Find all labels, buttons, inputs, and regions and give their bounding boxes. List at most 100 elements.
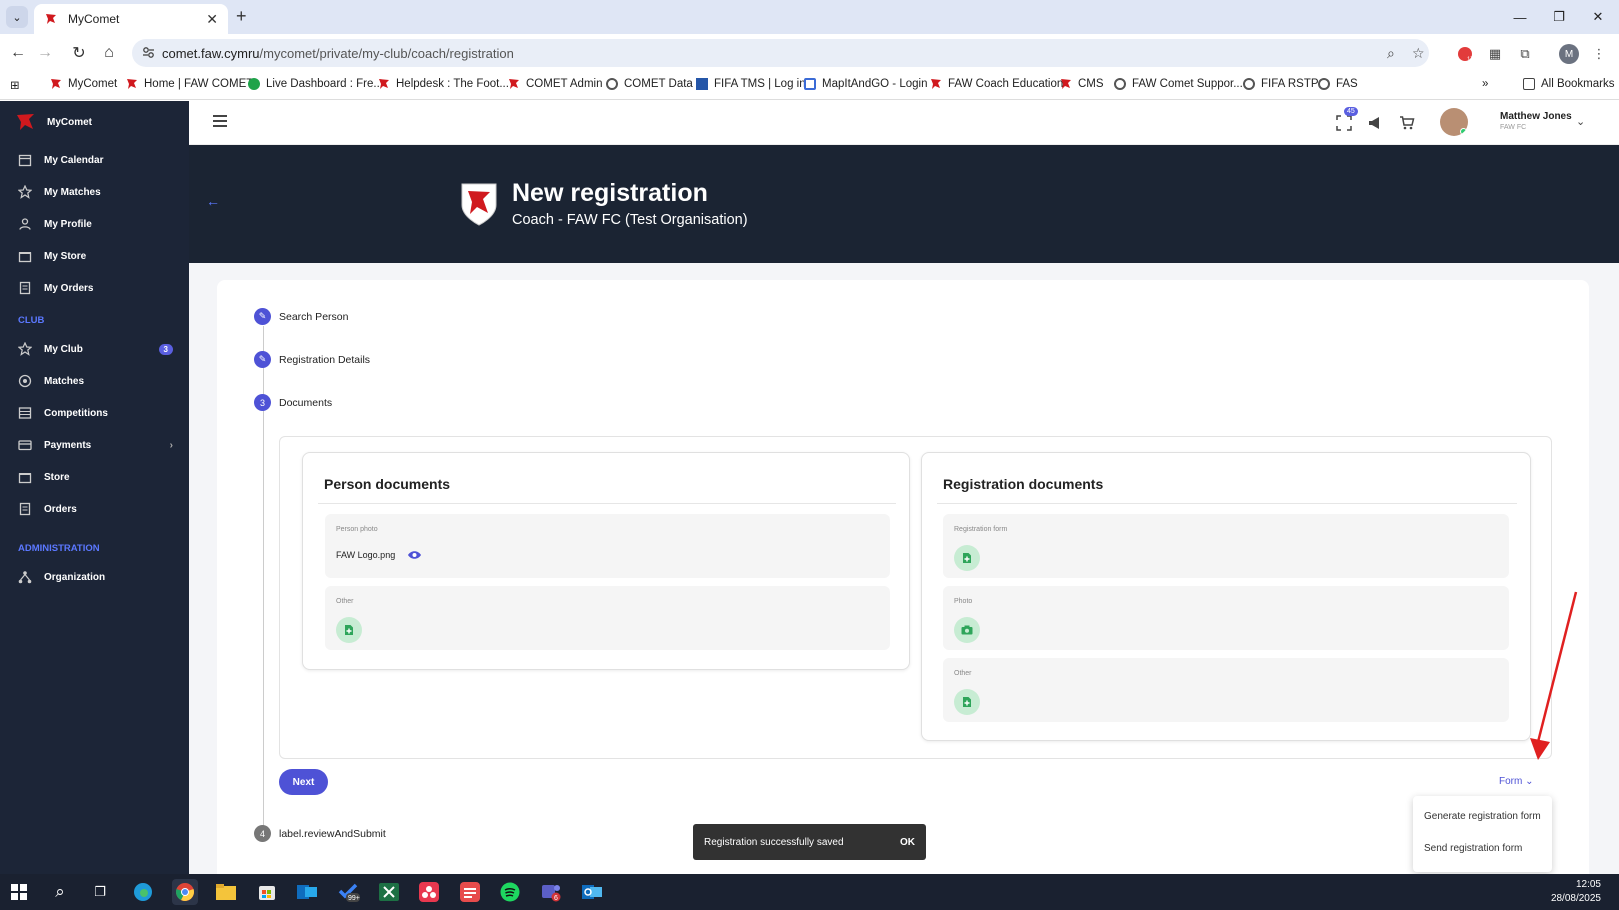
bookmark-item[interactable]: FAS xyxy=(1318,78,1358,90)
brand[interactable]: MyComet xyxy=(16,113,92,131)
sidebar-item-matches[interactable]: Matches xyxy=(18,374,173,388)
new-tab-icon[interactable]: + xyxy=(236,6,247,27)
snackbar-ok-button[interactable]: OK xyxy=(900,837,915,848)
profile-avatar[interactable]: M xyxy=(1559,44,1579,64)
qr-extension-icon[interactable]: ▦ xyxy=(1485,44,1505,64)
url-field[interactable]: comet.faw.cymru/mycomet/private/my-club/… xyxy=(132,39,1429,67)
site-settings-icon[interactable] xyxy=(142,46,155,59)
browser-menu-icon[interactable]: ⋮ xyxy=(1589,44,1609,64)
bookmark-item[interactable]: FIFA RSTP xyxy=(1243,78,1319,90)
file-upload-icon[interactable] xyxy=(336,617,362,643)
generate-registration-form-item[interactable]: Generate registration form xyxy=(1424,811,1541,822)
person-icon xyxy=(19,218,31,230)
clock[interactable]: 12:05 28/08/2025 xyxy=(1551,878,1601,906)
fullscreen-icon[interactable] xyxy=(1336,115,1352,131)
folder-icon xyxy=(1523,78,1535,90)
ball-icon xyxy=(18,374,32,388)
todo-icon[interactable]: 99+ xyxy=(336,879,362,905)
sidebar-item-my-store[interactable]: My Store xyxy=(18,249,173,263)
bookmarks-bar: ⊞ MyComet Home | FAW COMET Live Dashboar… xyxy=(0,72,1619,100)
sidebar-item-my-calendar[interactable]: My Calendar xyxy=(18,153,173,167)
minimize-icon[interactable]: — xyxy=(1500,0,1540,34)
spotify-icon[interactable] xyxy=(497,879,523,905)
task-view-icon[interactable]: ❐ xyxy=(87,879,113,905)
person-other-slot: Other xyxy=(325,586,890,650)
reload-icon[interactable]: ↻ xyxy=(68,42,90,64)
step-review-submit[interactable]: 4 label.reviewAndSubmit xyxy=(254,825,386,842)
store-app-icon[interactable] xyxy=(254,879,280,905)
cart-icon[interactable] xyxy=(1399,115,1415,131)
edge-icon[interactable] xyxy=(130,879,156,905)
user-avatar[interactable] xyxy=(1440,108,1468,136)
all-bookmarks[interactable]: All Bookmarks xyxy=(1523,78,1615,90)
chrome-icon[interactable] xyxy=(172,879,198,905)
extension-red-icon[interactable]: 17 xyxy=(1455,44,1475,64)
file-upload-icon[interactable] xyxy=(954,689,980,715)
sidebar-item-competitions[interactable]: Competitions xyxy=(18,406,173,420)
user-name[interactable]: Matthew Jones xyxy=(1500,111,1572,122)
app-red-icon[interactable] xyxy=(416,879,442,905)
file-upload-icon[interactable] xyxy=(954,545,980,571)
sidebar-item-my-orders[interactable]: My Orders xyxy=(18,281,173,295)
step-search-person[interactable]: ✎ Search Person xyxy=(254,308,348,325)
back-arrow-icon[interactable]: ← xyxy=(7,42,29,64)
bookmark-item[interactable]: FIFA TMS | Log in xyxy=(696,78,806,90)
bookmark-item[interactable]: MyComet xyxy=(50,78,117,90)
bookmark-item[interactable]: Home | FAW COMET xyxy=(126,78,253,90)
outlook-icon[interactable] xyxy=(294,879,320,905)
browser-tab-strip: ⌄ MyComet ✕ + — ❐ ✕ xyxy=(0,0,1619,34)
file-name[interactable]: FAW Logo.png xyxy=(336,550,422,560)
browser-tab[interactable]: MyComet ✕ xyxy=(34,4,228,34)
zoom-icon[interactable]: ⌕ xyxy=(1387,45,1395,62)
forward-arrow-icon[interactable]: → xyxy=(34,42,56,64)
form-dropdown-button[interactable]: Form ⌄ xyxy=(1499,776,1534,787)
window-close-icon[interactable]: ✕ xyxy=(1577,0,1619,34)
annotation-arrow xyxy=(1530,591,1578,760)
chevron-down-icon[interactable]: ⌄ xyxy=(1576,115,1585,128)
tab-close-icon[interactable]: ✕ xyxy=(206,11,218,28)
slot-label: Photo xyxy=(954,598,973,605)
restore-icon[interactable]: ❐ xyxy=(1539,0,1579,34)
bookmark-item[interactable]: MapItAndGO - Login xyxy=(804,78,927,90)
faw-dragon-icon xyxy=(1061,79,1071,89)
bookmark-item[interactable]: COMET Data xyxy=(606,78,693,90)
send-registration-form-item[interactable]: Send registration form xyxy=(1424,843,1522,854)
camera-icon[interactable] xyxy=(954,617,980,643)
hamburger-menu-icon[interactable] xyxy=(213,115,227,130)
windows-start-icon[interactable] xyxy=(6,879,32,905)
extensions-puzzle-icon[interactable]: ⧉ xyxy=(1515,44,1535,64)
sidebar-item-store[interactable]: Store xyxy=(18,470,173,484)
faw-dragon-icon xyxy=(127,79,137,89)
sidebar-item-orders[interactable]: Orders xyxy=(18,502,173,516)
sidebar-item-my-matches[interactable]: My Matches xyxy=(18,185,173,199)
bookmark-item[interactable]: CMS xyxy=(1060,78,1104,90)
excel-icon[interactable] xyxy=(376,879,402,905)
outlook-new-icon[interactable] xyxy=(579,879,605,905)
app-redstripe-icon[interactable] xyxy=(457,879,483,905)
sidebar-item-my-profile[interactable]: My Profile xyxy=(18,217,173,231)
bookmark-item[interactable]: Helpdesk : The Foot... xyxy=(378,78,509,90)
sidebar-item-payments[interactable]: Payments › xyxy=(18,438,173,452)
megaphone-icon[interactable] xyxy=(1367,115,1383,131)
back-arrow-icon[interactable]: ← xyxy=(206,193,220,209)
step-documents[interactable]: 3 Documents xyxy=(254,394,332,411)
bookmark-item[interactable]: FAW Coach Education xyxy=(930,78,1063,90)
more-bookmarks-icon[interactable]: » xyxy=(1482,78,1488,90)
step-registration-details[interactable]: ✎ Registration Details xyxy=(254,351,370,368)
next-button[interactable]: Next xyxy=(279,769,328,795)
tab-search-chevron-icon[interactable]: ⌄ xyxy=(6,6,28,28)
bookmark-item[interactable]: FAW Comet Suppor... xyxy=(1114,78,1243,90)
search-icon[interactable]: ⌕ xyxy=(47,879,73,905)
sidebar-item-my-club[interactable]: My Club 3 xyxy=(18,342,173,356)
teams-icon[interactable]: 6 xyxy=(538,879,564,905)
sidebar-item-organization[interactable]: Organization xyxy=(18,570,173,584)
file-explorer-icon[interactable] xyxy=(213,879,239,905)
bookmark-item[interactable]: COMET Admin xyxy=(508,78,602,90)
apps-grid-icon[interactable]: ⊞ xyxy=(10,78,20,92)
bookmark-star-icon[interactable]: ☆ xyxy=(1412,45,1425,62)
home-icon[interactable]: ⌂ xyxy=(98,42,120,64)
faw-dragon-icon xyxy=(17,114,34,130)
notification-badge: 45 xyxy=(1344,107,1358,116)
bookmark-item[interactable]: Live Dashboard : Fre... xyxy=(248,78,383,90)
eye-icon[interactable] xyxy=(407,550,422,560)
